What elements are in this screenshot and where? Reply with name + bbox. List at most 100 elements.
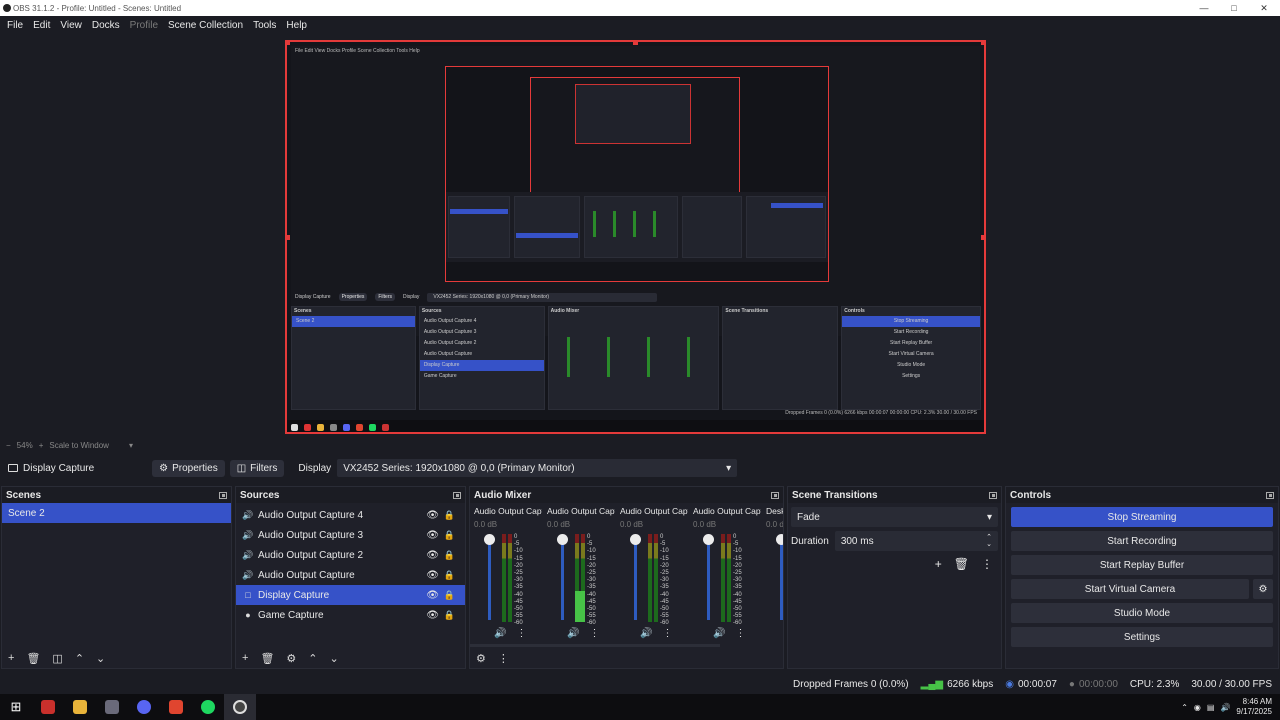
obs-taskbar-icon[interactable]: [224, 694, 256, 720]
eye-icon[interactable]: 👁: [426, 530, 439, 541]
filters-button[interactable]: ◫ Filters: [229, 459, 285, 477]
transition-select[interactable]: Fade ▾: [791, 507, 998, 527]
volume-slider-knob[interactable]: [776, 534, 783, 545]
eye-icon[interactable]: 👁: [426, 610, 439, 621]
move-up-icon[interactable]: ⌃: [75, 652, 84, 665]
resize-handle[interactable]: [287, 235, 290, 240]
network-icon[interactable]: ▤: [1207, 703, 1215, 712]
resize-handle[interactable]: [981, 235, 984, 240]
speaker-mute-icon[interactable]: 🔊: [567, 628, 579, 639]
kebab-menu-icon[interactable]: ⋮: [516, 628, 526, 639]
antivirus-icon[interactable]: [32, 694, 64, 720]
trash-icon[interactable]: 🗑: [260, 652, 274, 665]
display-select[interactable]: VX2452 Series: 1920x1080 @ 0,0 (Primary …: [337, 459, 738, 477]
file-explorer-icon[interactable]: [64, 694, 96, 720]
float-icon[interactable]: [219, 491, 227, 499]
clock[interactable]: 8:46 AM 9/17/2025: [1236, 697, 1272, 717]
chevron-up-icon[interactable]: ⌃: [1181, 703, 1188, 712]
microphone-icon[interactable]: ◉: [1194, 703, 1201, 712]
source-item[interactable]: 🔊 Audio Output Capture 3 👁 🔒: [236, 525, 465, 545]
float-icon[interactable]: [989, 491, 997, 499]
resize-handle[interactable]: [633, 42, 638, 45]
speaker-mute-icon[interactable]: 🔊: [713, 628, 725, 639]
kebab-menu-icon[interactable]: ⋮: [735, 628, 745, 639]
volume-slider-knob[interactable]: [484, 534, 495, 545]
snipping-tool-icon[interactable]: [96, 694, 128, 720]
move-down-icon[interactable]: ⌄: [96, 652, 105, 665]
menu-docks[interactable]: Docks: [87, 20, 125, 31]
eye-icon[interactable]: 👁: [426, 550, 439, 561]
float-icon[interactable]: [771, 491, 779, 499]
maximize-icon[interactable]: □: [1218, 0, 1250, 16]
menu-tools[interactable]: Tools: [248, 20, 281, 31]
menu-profile[interactable]: Profile: [125, 20, 163, 31]
eye-icon[interactable]: 👁: [426, 510, 439, 521]
discord-icon[interactable]: [128, 694, 160, 720]
lock-icon[interactable]: 🔒: [444, 610, 455, 621]
kebab-menu-icon[interactable]: ⋮: [981, 557, 993, 571]
gear-icon[interactable]: ⚙: [286, 652, 296, 665]
start-icon[interactable]: ⊞: [0, 694, 32, 720]
brave-browser-icon[interactable]: [160, 694, 192, 720]
lock-icon[interactable]: 🔒: [444, 530, 455, 541]
lock-icon[interactable]: 🔒: [444, 510, 455, 521]
add-icon[interactable]: +: [8, 652, 14, 664]
volume-slider-knob[interactable]: [703, 534, 714, 545]
duration-spinbox[interactable]: 300 ms ⌃ ⌄: [834, 531, 998, 551]
minimize-icon[interactable]: —: [1188, 0, 1220, 16]
speaker-mute-icon[interactable]: 🔊: [640, 628, 652, 639]
menu-view[interactable]: View: [55, 20, 87, 31]
float-icon[interactable]: [1266, 491, 1274, 499]
source-item[interactable]: 🔊 Audio Output Capture 👁 🔒: [236, 565, 465, 585]
volume-slider-track[interactable]: [488, 536, 491, 620]
volume-slider-track[interactable]: [634, 536, 637, 620]
virtual-camera-settings-icon[interactable]: ⚙: [1253, 579, 1273, 599]
volume-icon[interactable]: 🔊: [1220, 703, 1230, 712]
trash-icon[interactable]: 🗑: [26, 652, 40, 665]
menu-edit[interactable]: Edit: [28, 20, 55, 31]
resize-handle[interactable]: [981, 42, 984, 45]
eye-icon[interactable]: 👁: [426, 590, 439, 601]
lock-icon[interactable]: 🔒: [444, 590, 455, 601]
zoom-out-icon[interactable]: −: [6, 441, 11, 450]
volume-slider-track[interactable]: [561, 536, 564, 620]
trash-icon[interactable]: 🗑: [954, 557, 969, 571]
close-icon[interactable]: ✕: [1248, 0, 1280, 16]
filter-icon[interactable]: ◫: [52, 652, 62, 665]
zoom-in-icon[interactable]: +: [39, 441, 44, 450]
source-item[interactable]: ● Game Capture 👁 🔒: [236, 605, 465, 625]
scale-mode[interactable]: Scale to Window: [49, 441, 109, 450]
scale-dropdown-icon[interactable]: ▾: [129, 441, 133, 450]
volume-slider-knob[interactable]: [630, 534, 641, 545]
source-item-selected[interactable]: □ Display Capture 👁 🔒: [236, 585, 465, 605]
eye-icon[interactable]: 👁: [426, 570, 439, 581]
mixer-scrollbar[interactable]: [470, 644, 720, 647]
start-recording-button[interactable]: Start Recording: [1011, 531, 1273, 551]
start-replay-buffer-button[interactable]: Start Replay Buffer: [1011, 555, 1273, 575]
add-icon[interactable]: +: [242, 652, 248, 664]
menu-help[interactable]: Help: [281, 20, 312, 31]
volume-slider-track[interactable]: [707, 536, 710, 620]
move-down-icon[interactable]: ⌄: [330, 652, 339, 665]
properties-button[interactable]: ⚙ Properties: [152, 459, 225, 477]
float-icon[interactable]: [453, 491, 461, 499]
volume-slider-knob[interactable]: [557, 534, 568, 545]
lock-icon[interactable]: 🔒: [444, 550, 455, 561]
resize-handle[interactable]: [287, 42, 290, 45]
source-item[interactable]: 🔊 Audio Output Capture 4 👁 🔒: [236, 505, 465, 525]
menu-file[interactable]: File: [2, 20, 28, 31]
kebab-menu-icon[interactable]: ⋮: [498, 652, 509, 665]
settings-button[interactable]: Settings: [1011, 627, 1273, 647]
spotify-icon[interactable]: [192, 694, 224, 720]
kebab-menu-icon[interactable]: ⋮: [662, 628, 672, 639]
scene-item[interactable]: Scene 2: [2, 503, 231, 523]
mixer-settings-icon[interactable]: ⚙: [476, 652, 486, 665]
lock-icon[interactable]: 🔒: [444, 570, 455, 581]
start-virtual-camera-button[interactable]: Start Virtual Camera: [1011, 579, 1249, 599]
add-transition-icon[interactable]: +: [935, 557, 942, 571]
volume-slider-track[interactable]: [780, 536, 783, 620]
stop-streaming-button[interactable]: Stop Streaming: [1011, 507, 1273, 527]
kebab-menu-icon[interactable]: ⋮: [589, 628, 599, 639]
menu-scene-collection[interactable]: Scene Collection: [163, 20, 248, 31]
move-up-icon[interactable]: ⌃: [308, 652, 317, 665]
